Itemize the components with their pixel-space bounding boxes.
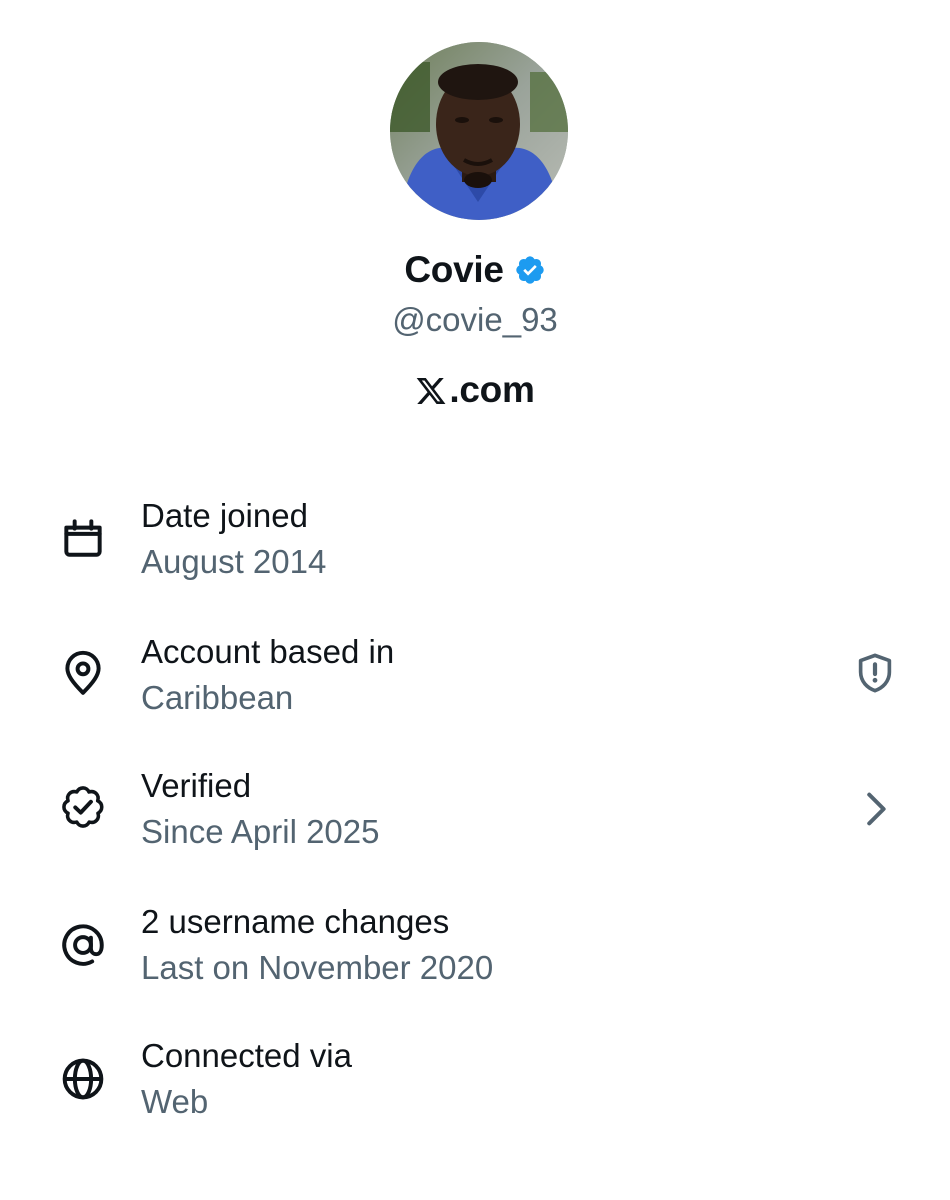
location-pin-icon	[58, 648, 108, 698]
shield-alert-icon[interactable]	[852, 650, 898, 696]
chevron-right-icon[interactable]	[852, 786, 898, 832]
row-title: Connected via	[141, 1037, 352, 1074]
verified-badge-icon	[58, 782, 108, 832]
row-title: Account based in	[141, 633, 395, 670]
brand-text: .com	[449, 369, 535, 410]
globe-icon	[58, 1054, 108, 1104]
avatar[interactable]	[390, 42, 568, 220]
row-subtitle: Last on November 2020	[141, 949, 494, 986]
row-subtitle: Caribbean	[141, 679, 294, 716]
handle: @covie_93	[392, 301, 558, 338]
calendar-icon	[58, 512, 108, 562]
x-logo-icon	[417, 378, 446, 404]
verified-row[interactable]: Verified Since April 2025	[0, 764, 950, 874]
profile-photo	[390, 42, 568, 220]
date-joined-row: Date joined August 2014	[0, 494, 950, 604]
brand: .com	[0, 366, 950, 414]
username-changes-row: 2 username changes Last on November 2020	[0, 900, 950, 1010]
row-subtitle: Since April 2025	[141, 813, 380, 850]
row-title: Date joined	[141, 497, 308, 534]
row-title: Verified	[141, 767, 252, 804]
connected-via-row: Connected via Web	[0, 1034, 950, 1144]
verified-badge-icon[interactable]	[514, 254, 546, 286]
account-based-in-row: Account based in Caribbean	[0, 630, 950, 740]
row-subtitle: Web	[141, 1083, 209, 1120]
display-name: Covie	[404, 249, 504, 290]
row-subtitle: August 2014	[141, 543, 327, 580]
at-sign-icon	[58, 920, 108, 970]
row-title: 2 username changes	[141, 903, 450, 940]
name-row: Covie	[0, 246, 950, 294]
